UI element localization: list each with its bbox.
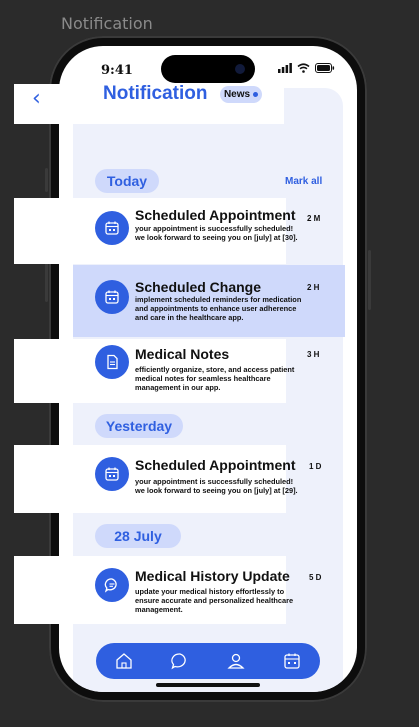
item-time: 2 M [307, 214, 321, 223]
calendar-icon[interactable] [278, 647, 306, 675]
page-title: Notification [103, 83, 208, 104]
calendar-icon [95, 457, 129, 491]
calendar-icon [95, 211, 129, 245]
item-body: your appointment is successfully schedul… [135, 477, 298, 495]
chat-icon[interactable] [166, 647, 194, 675]
item-body: efficiently organize, store, and access … [135, 365, 295, 392]
section-label-today: Today [95, 169, 159, 193]
item-title: Scheduled Appointment [135, 207, 296, 223]
frame-label: Notification [61, 14, 153, 33]
status-icons [278, 63, 335, 73]
item-title: Scheduled Change [135, 279, 262, 295]
item-time: 3 H [307, 350, 320, 359]
chat-icon [95, 568, 129, 602]
news-dot-icon [253, 92, 259, 97]
calendar-icon [95, 280, 129, 314]
back-arrow-icon[interactable]: ‹ [32, 86, 41, 111]
item-time: 2 H [307, 283, 320, 292]
profile-icon[interactable] [222, 647, 250, 675]
camera-icon [235, 64, 245, 74]
side-button [45, 168, 48, 192]
status-time: 9:41 [101, 63, 133, 78]
item-time: 5 D [309, 573, 322, 582]
wifi-icon [297, 63, 310, 73]
bottom-nav [96, 643, 320, 679]
item-title: Scheduled Appointment [135, 457, 296, 473]
document-icon [95, 345, 129, 379]
item-time: 1 D [309, 462, 322, 471]
side-button [45, 262, 48, 302]
home-icon[interactable] [110, 647, 138, 675]
section-label-28-july: 28 July [95, 524, 181, 548]
section-label-yesterday: Yesterday [95, 414, 183, 438]
mark-all-link[interactable]: Mark all [285, 176, 322, 187]
item-body: update your medical history effortlessly… [135, 587, 294, 614]
home-indicator [156, 683, 260, 687]
item-title: Medical Notes [135, 346, 230, 362]
item-body: your appointment is successfully schedul… [135, 224, 298, 242]
power-button [368, 250, 371, 310]
signal-icon [278, 63, 292, 73]
news-label: News [223, 89, 251, 100]
battery-icon [315, 63, 335, 73]
news-badge[interactable]: News [220, 86, 262, 103]
item-title: Medical History Update [135, 568, 290, 584]
dynamic-island [161, 55, 255, 83]
item-body: implement scheduled reminders for medica… [135, 295, 302, 322]
